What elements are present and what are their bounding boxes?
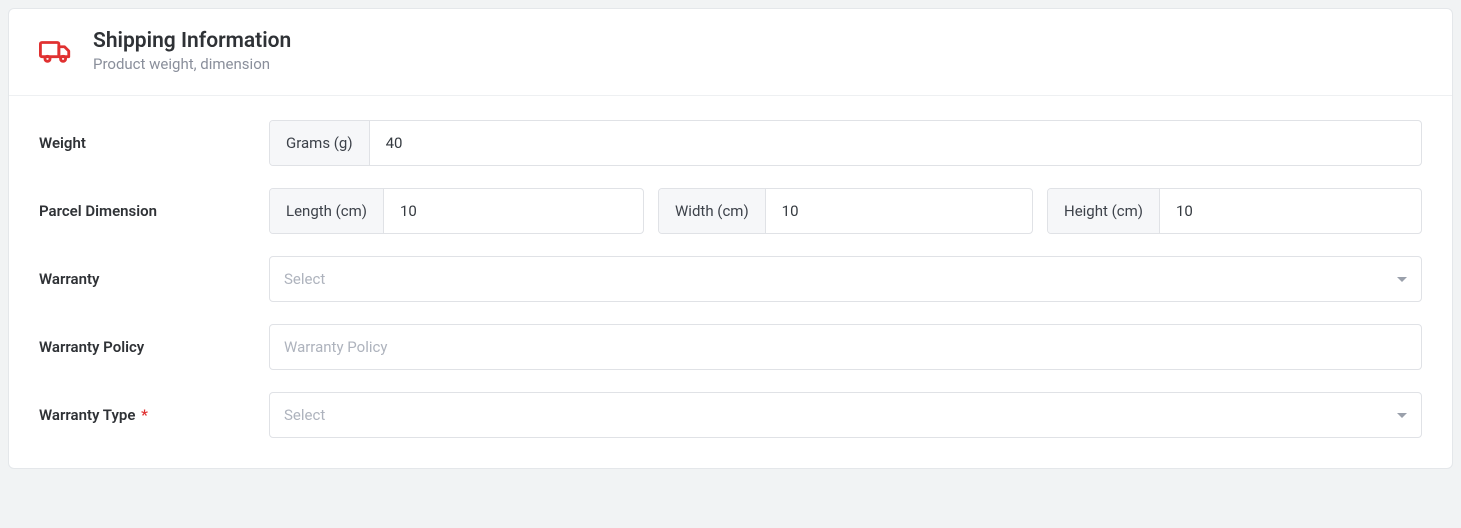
row-warranty-policy: Warranty Policy	[39, 324, 1422, 370]
warranty-select-placeholder: Select	[284, 270, 325, 288]
row-warranty-type: Warranty Type * Select	[39, 392, 1422, 438]
width-input-group: Width (cm)	[658, 188, 1033, 234]
card-body: Weight Grams (g) Parcel Dimension Length…	[9, 96, 1452, 468]
length-input[interactable]	[384, 189, 643, 233]
card-header: Shipping Information Product weight, dim…	[9, 9, 1452, 96]
label-warranty-type: Warranty Type *	[39, 406, 269, 424]
row-weight: Weight Grams (g)	[39, 120, 1422, 166]
weight-input-group: Grams (g)	[269, 120, 1422, 166]
warranty-type-select-placeholder: Select	[284, 406, 325, 424]
row-warranty: Warranty Select	[39, 256, 1422, 302]
label-dimension: Parcel Dimension	[39, 202, 269, 220]
required-mark: *	[141, 406, 148, 424]
truck-icon	[39, 34, 73, 68]
label-warranty-policy: Warranty Policy	[39, 338, 269, 356]
warranty-select[interactable]: Select	[269, 256, 1422, 302]
height-input-group: Height (cm)	[1047, 188, 1422, 234]
chevron-down-icon	[1397, 277, 1407, 282]
height-addon: Height (cm)	[1048, 189, 1160, 233]
warranty-policy-input[interactable]	[284, 338, 1407, 356]
shipping-info-card: Shipping Information Product weight, dim…	[8, 8, 1453, 469]
chevron-down-icon	[1397, 413, 1407, 418]
width-input[interactable]	[766, 189, 1032, 233]
width-addon: Width (cm)	[659, 189, 766, 233]
length-input-group: Length (cm)	[269, 188, 644, 234]
label-warranty-type-text: Warranty Type	[39, 406, 135, 424]
warranty-policy-wrapper	[269, 324, 1422, 370]
row-dimension: Parcel Dimension Length (cm) Width (cm) …	[39, 188, 1422, 234]
weight-unit-addon: Grams (g)	[270, 121, 370, 165]
label-weight: Weight	[39, 134, 269, 152]
label-warranty: Warranty	[39, 270, 269, 288]
warranty-type-select[interactable]: Select	[269, 392, 1422, 438]
height-input[interactable]	[1160, 189, 1421, 233]
card-subtitle: Product weight, dimension	[93, 55, 291, 73]
weight-input[interactable]	[370, 121, 1421, 165]
length-addon: Length (cm)	[270, 189, 384, 233]
card-title: Shipping Information	[93, 29, 291, 53]
